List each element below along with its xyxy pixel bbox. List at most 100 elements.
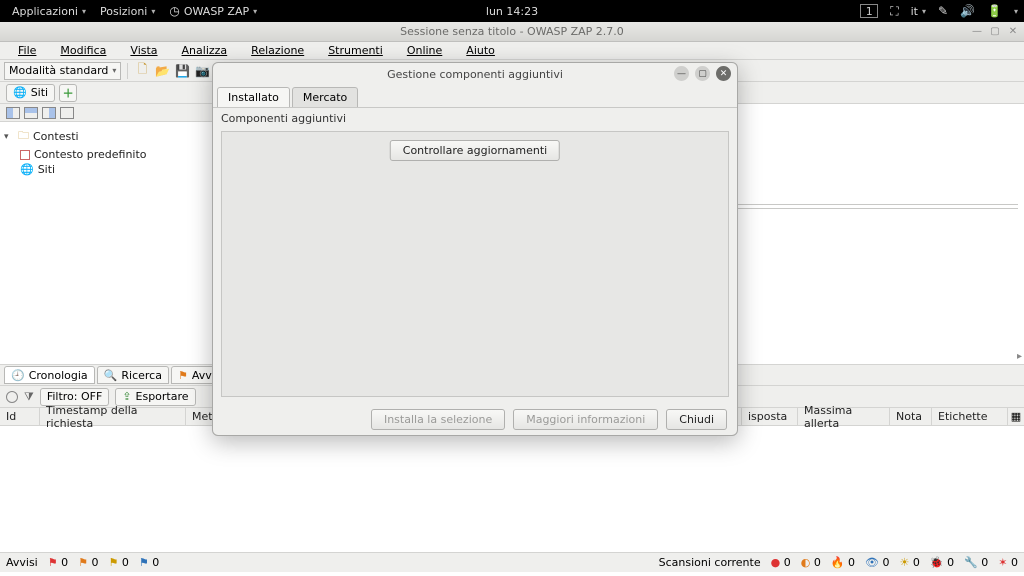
layout-top-icon[interactable] [24, 107, 38, 119]
keyboard-layout[interactable]: it▾ [911, 5, 926, 18]
funnel-icon[interactable]: ⧩ [24, 390, 34, 404]
new-session-icon[interactable]: 🗋 [134, 63, 150, 79]
panel-places[interactable]: Posizioni ▾ [94, 4, 161, 18]
dialog-minimize[interactable]: — [674, 66, 689, 81]
battery-icon[interactable]: 🔋 [987, 4, 1002, 18]
history-grid-body[interactable] [0, 426, 1024, 552]
scan-indicator[interactable]: 👁 0 [865, 556, 889, 569]
panel-running-app[interactable]: ◷ OWASP ZAP ▾ [163, 4, 263, 18]
col-timestamp[interactable]: Timestamp della richiesta [40, 408, 186, 425]
chevron-down-icon: ▾ [253, 7, 257, 16]
tab-search[interactable]: 🔍Ricerca [97, 366, 169, 384]
zap-icon: ◷ [169, 4, 179, 18]
col-response[interactable]: isposta [742, 408, 798, 425]
accessibility-icon[interactable]: ✎ [938, 4, 948, 18]
menubar: File Modifica Vista Analizza Relazione S… [0, 42, 1024, 60]
layout-left-icon[interactable] [6, 107, 20, 119]
window-title: Sessione senza titolo - OWASP ZAP 2.7.0 [400, 25, 624, 38]
addons-section-label: Componenti aggiuntivi [213, 108, 737, 129]
col-config-icon[interactable]: ▦ [1008, 408, 1024, 425]
flag-icon: ⚑ [178, 369, 188, 382]
separator [127, 63, 128, 79]
alert-medium[interactable]: ⚑ 0 [78, 556, 98, 569]
flag-icon: ⚑ [109, 556, 119, 569]
menu-report[interactable]: Relazione [239, 42, 316, 59]
collapse-icon: ▾ [4, 132, 14, 142]
site-tree[interactable]: ▾🗀Contesti Contesto predefinito 🌐Siti [0, 122, 215, 181]
scan-label: Scansioni corrente [659, 556, 761, 569]
status-bar: Avvisi ⚑ 0 ⚑ 0 ⚑ 0 ⚑ 0 Scansioni corrent… [0, 552, 1024, 572]
flag-icon: ⚑ [139, 556, 149, 569]
tree-sites[interactable]: 🌐Siti [2, 162, 213, 177]
scan-indicator[interactable]: ☀ 0 [900, 556, 920, 569]
panel-applications[interactable]: Applicazioni▾ [6, 4, 92, 18]
add-tab-button[interactable]: ＋ [59, 84, 77, 102]
volume-icon[interactable]: 🔊 [960, 4, 975, 18]
chevron-down-icon: ▾ [108, 66, 116, 75]
scan-indicator[interactable]: 🐞 0 [930, 556, 954, 569]
chevron-down-icon: ▾ [922, 7, 926, 16]
globe-icon: 🌐 [20, 163, 34, 176]
menu-online[interactable]: Online [395, 42, 454, 59]
check-updates-button[interactable]: Controllare aggiornamenti [390, 140, 560, 161]
record-icon[interactable]: ⛶ [890, 4, 898, 19]
col-max-alert[interactable]: Massima allerta [798, 408, 890, 425]
layout-right-icon[interactable] [42, 107, 56, 119]
dialog-close[interactable]: ✕ [716, 66, 731, 81]
window-maximize[interactable]: ▢ [988, 24, 1002, 38]
window-minimize[interactable]: — [970, 24, 984, 38]
close-button[interactable]: Chiudi [666, 409, 727, 430]
clock-icon: 🕘 [11, 369, 25, 382]
alert-high[interactable]: ⚑ 0 [48, 556, 68, 569]
dialog-titlebar[interactable]: Gestione componenti aggiuntivi — ▢ ✕ [213, 63, 737, 85]
tab-marketplace[interactable]: Mercato [292, 87, 358, 107]
scan-indicator[interactable]: 🔥 0 [831, 556, 855, 569]
window-close[interactable]: ✕ [1006, 24, 1020, 38]
menu-tools[interactable]: Strumenti [316, 42, 395, 59]
places-label: Posizioni [100, 5, 147, 18]
dialog-maximize[interactable]: ▢ [695, 66, 710, 81]
chevron-down-icon: ▾ [151, 7, 155, 16]
save-icon[interactable]: 💾 [174, 63, 190, 79]
app-name: OWASP ZAP [184, 5, 249, 18]
alert-info[interactable]: ⚑ 0 [139, 556, 159, 569]
tree-contexts[interactable]: ▾🗀Contesti [2, 126, 213, 147]
install-selection-button: Installa la selezione [371, 409, 505, 430]
tree-default-context[interactable]: Contesto predefinito [2, 147, 213, 162]
chevron-down-icon: ▾ [82, 7, 86, 16]
scan-indicator[interactable]: 🔧 0 [964, 556, 988, 569]
open-icon[interactable]: 📂 [154, 63, 170, 79]
flag-icon: ⚑ [78, 556, 88, 569]
menu-edit[interactable]: Modifica [48, 42, 118, 59]
scan-indicator[interactable]: ✶ 0 [998, 556, 1018, 569]
scroll-right-icon[interactable]: ▸ [1017, 351, 1022, 362]
tab-installed[interactable]: Installato [217, 87, 290, 107]
scan-indicator[interactable]: ● 0 [771, 556, 791, 569]
addons-list-area: Controllare aggiornamenti [221, 131, 729, 397]
chevron-down-icon: ▾ [1014, 7, 1018, 16]
flag-icon: ⚑ [48, 556, 58, 569]
col-id[interactable]: Id [0, 408, 40, 425]
col-tags[interactable]: Etichette [932, 408, 1008, 425]
workspace-switcher[interactable]: 1 [860, 4, 878, 18]
dialog-title: Gestione componenti aggiuntivi [387, 68, 563, 81]
folder-icon: 🗀 [18, 127, 29, 146]
menu-view[interactable]: Vista [118, 42, 169, 59]
status-alerts-label: Avvisi [6, 556, 38, 569]
mode-combo[interactable]: Modalità standard▾ [4, 62, 121, 80]
layout-full-icon[interactable] [60, 107, 74, 119]
menu-file[interactable]: File [6, 42, 48, 59]
col-note[interactable]: Nota [890, 408, 932, 425]
search-icon: 🔍 [104, 369, 118, 382]
alert-low[interactable]: ⚑ 0 [109, 556, 129, 569]
panel-clock[interactable]: lun 14:23 [486, 5, 538, 18]
menu-analyze[interactable]: Analizza [170, 42, 240, 59]
tab-history[interactable]: 🕘Cronologia [4, 366, 95, 384]
menu-help[interactable]: Aiuto [454, 42, 507, 59]
more-info-button: Maggiori informazioni [513, 409, 658, 430]
scope-toggle[interactable] [6, 391, 18, 403]
scan-indicator[interactable]: ◐ 0 [801, 556, 821, 569]
window-titlebar: Sessione senza titolo - OWASP ZAP 2.7.0 … [0, 22, 1024, 42]
snapshot-icon[interactable]: 📷 [194, 63, 210, 79]
sites-tab[interactable]: 🌐Siti [6, 84, 55, 102]
